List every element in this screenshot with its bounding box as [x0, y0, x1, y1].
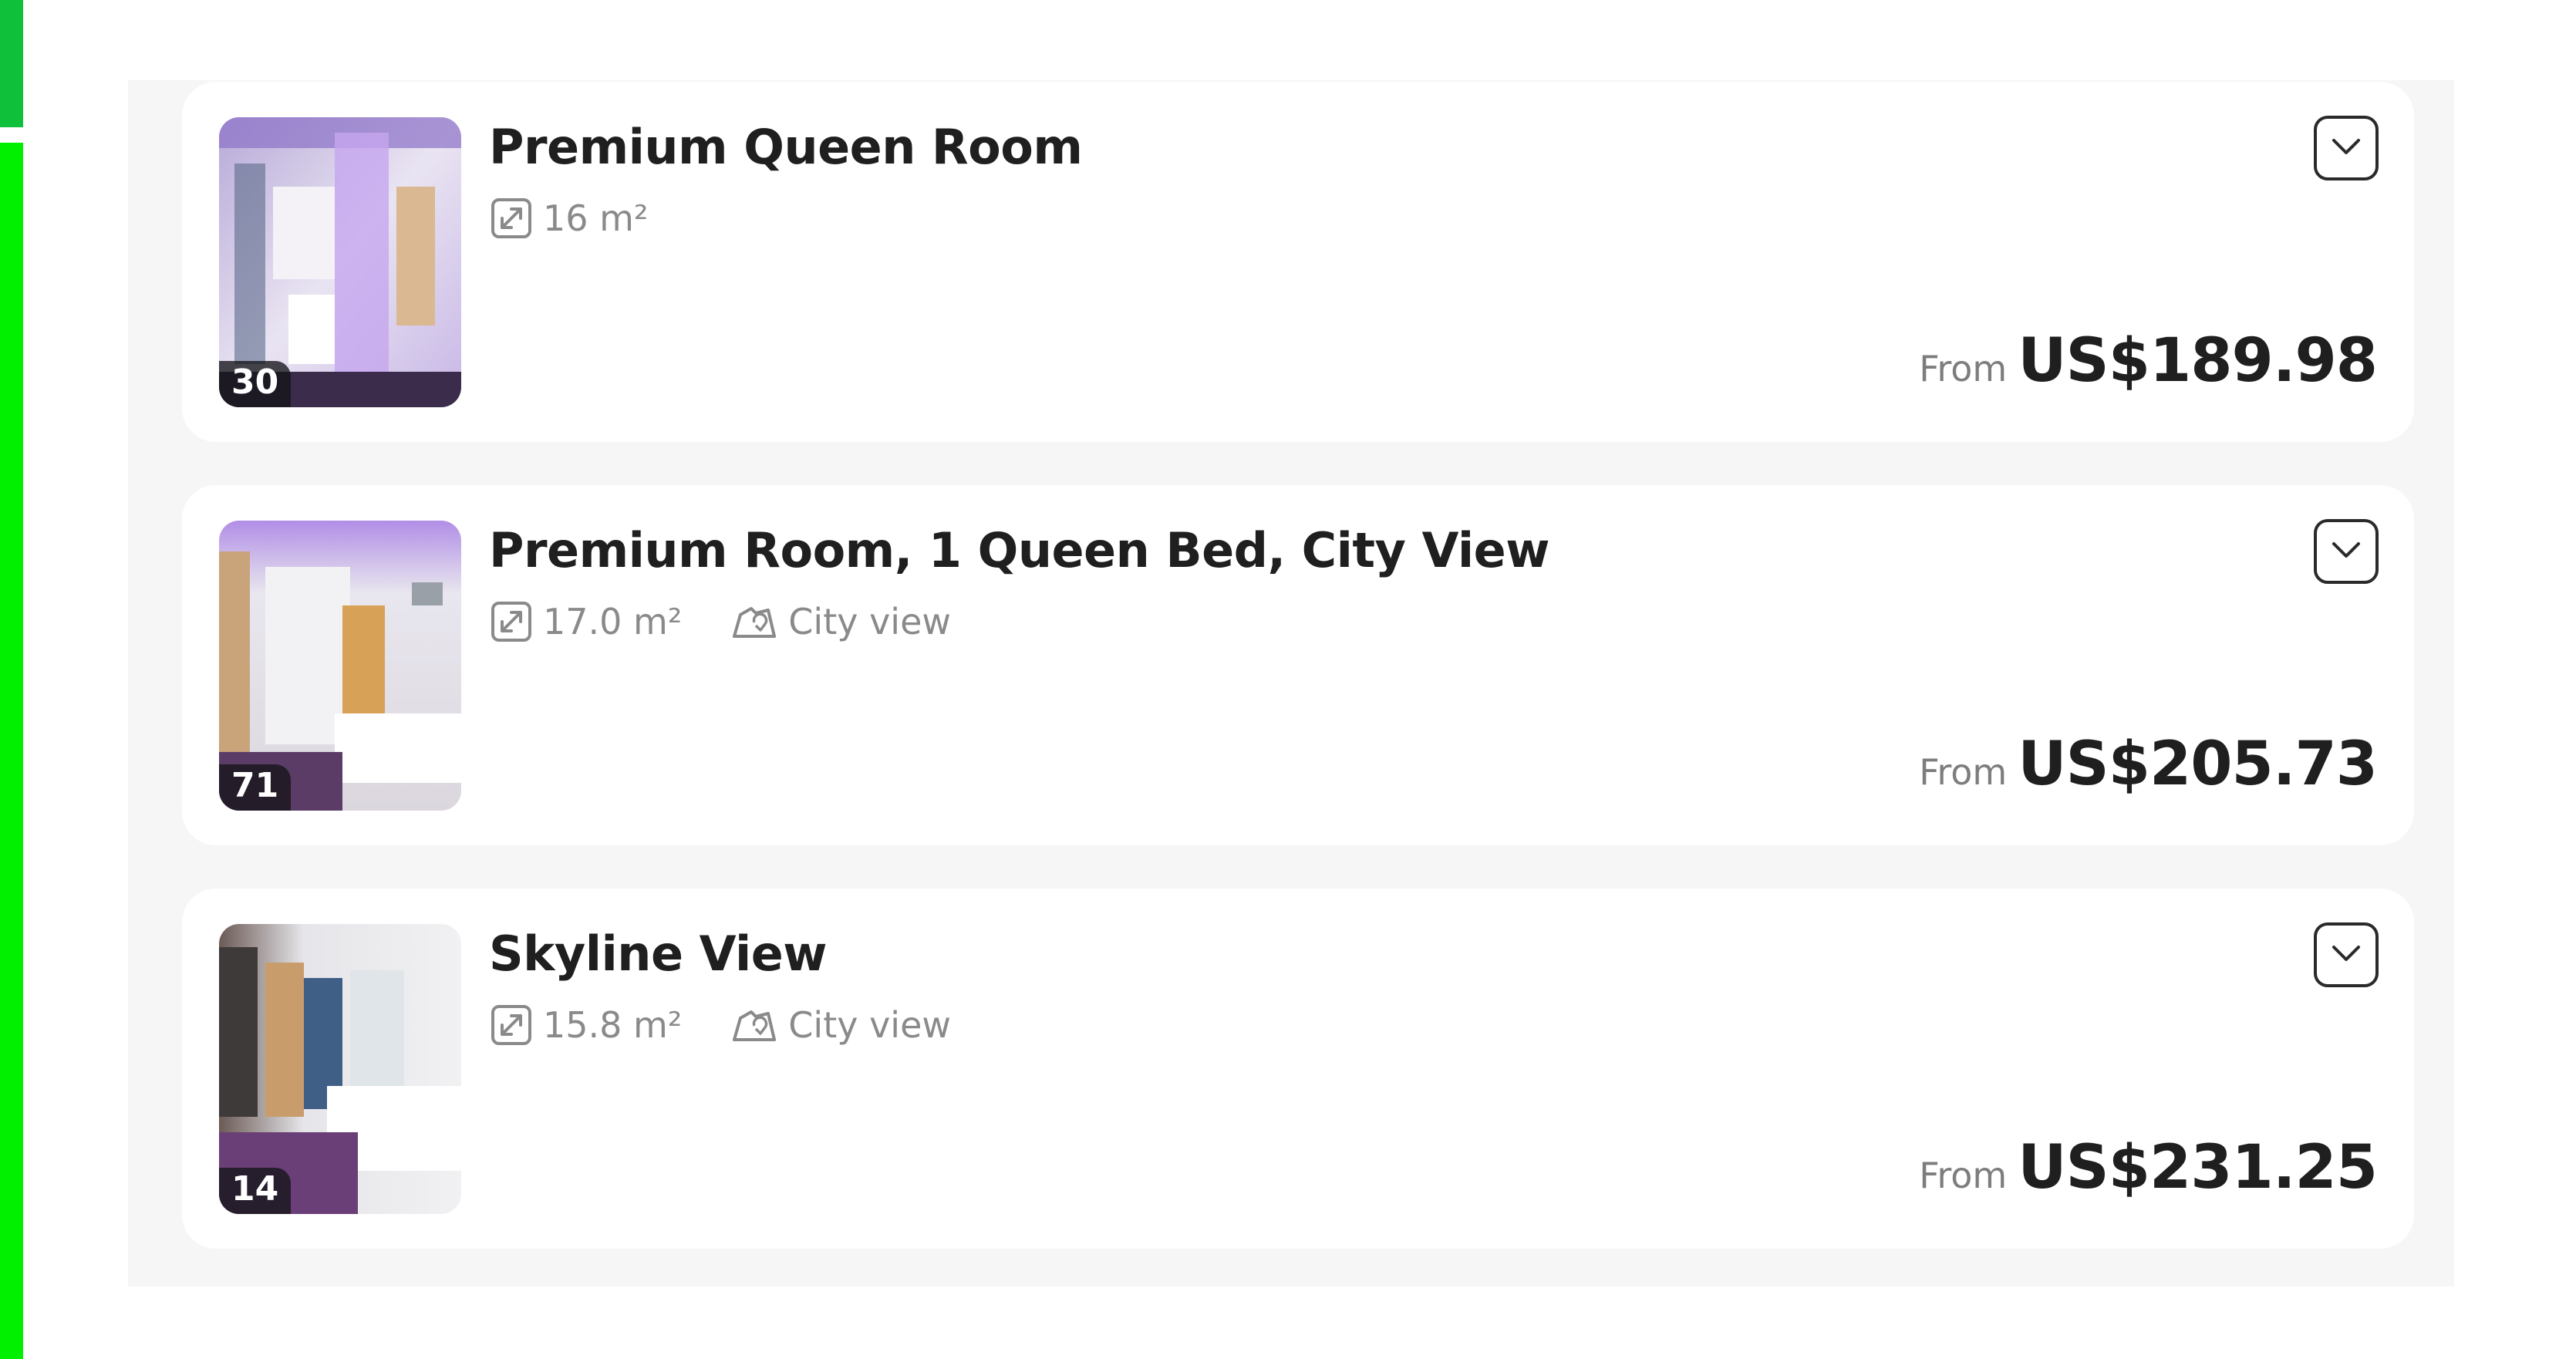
- room-features: 16 m²: [491, 197, 648, 239]
- city-view-icon: [731, 601, 777, 642]
- room-features: 17.0 m² City view: [491, 601, 951, 642]
- room-view-label: City view: [788, 1004, 952, 1046]
- room-view-label: City view: [788, 601, 952, 642]
- room-card[interactable]: 14 Skyline View 15.8 m² City view From U…: [182, 889, 2414, 1249]
- room-view: City view: [731, 601, 951, 642]
- expand-button[interactable]: [2314, 519, 2379, 584]
- room-size-label: 15.8 m²: [543, 1004, 683, 1046]
- room-list: 30 Premium Queen Room 16 m² From US$189.…: [182, 82, 2414, 1292]
- room-price: US$189.98: [2018, 326, 2378, 396]
- room-view: City view: [731, 1004, 951, 1046]
- price-row: From US$231.25: [1919, 1133, 2378, 1202]
- room-card[interactable]: 30 Premium Queen Room 16 m² From US$189.…: [182, 82, 2414, 442]
- room-size-label: 16 m²: [543, 197, 649, 239]
- from-label: From: [1919, 348, 2008, 389]
- resize-arrow-icon: [491, 197, 532, 239]
- from-label: From: [1919, 1155, 2008, 1196]
- room-size: 16 m²: [491, 197, 648, 239]
- expand-button[interactable]: [2314, 116, 2379, 180]
- room-photo[interactable]: 14: [219, 924, 461, 1214]
- room-size: 15.8 m²: [491, 1004, 682, 1046]
- room-card[interactable]: 71 Premium Room, 1 Queen Bed, City View …: [182, 485, 2414, 845]
- room-photo[interactable]: 71: [219, 521, 461, 811]
- left-accent-bar: [0, 143, 23, 1359]
- room-title[interactable]: Premium Room, 1 Queen Bed, City View: [489, 522, 1550, 578]
- room-photo[interactable]: 30: [219, 117, 461, 407]
- chevron-down-icon: [2331, 541, 2362, 562]
- photo-count-badge: 14: [219, 1167, 292, 1214]
- price-row: From US$189.98: [1919, 326, 2378, 396]
- from-label: From: [1919, 751, 2008, 793]
- room-size: 17.0 m²: [491, 601, 682, 642]
- resize-arrow-icon: [491, 1004, 532, 1046]
- room-title[interactable]: Skyline View: [489, 926, 828, 982]
- photo-count-badge: 71: [219, 764, 292, 811]
- expand-button[interactable]: [2314, 922, 2379, 987]
- room-features: 15.8 m² City view: [491, 1004, 951, 1046]
- resize-arrow-icon: [491, 601, 532, 642]
- city-view-icon: [731, 1004, 777, 1046]
- photo-count-badge: 30: [219, 360, 292, 407]
- left-accent-bar-top: [0, 0, 23, 127]
- room-title[interactable]: Premium Queen Room: [489, 119, 1083, 175]
- price-row: From US$205.73: [1919, 730, 2378, 799]
- chevron-down-icon: [2331, 944, 2362, 966]
- room-size-label: 17.0 m²: [543, 601, 683, 642]
- room-price: US$205.73: [2018, 730, 2378, 799]
- chevron-down-icon: [2331, 137, 2362, 159]
- room-price: US$231.25: [2018, 1133, 2378, 1202]
